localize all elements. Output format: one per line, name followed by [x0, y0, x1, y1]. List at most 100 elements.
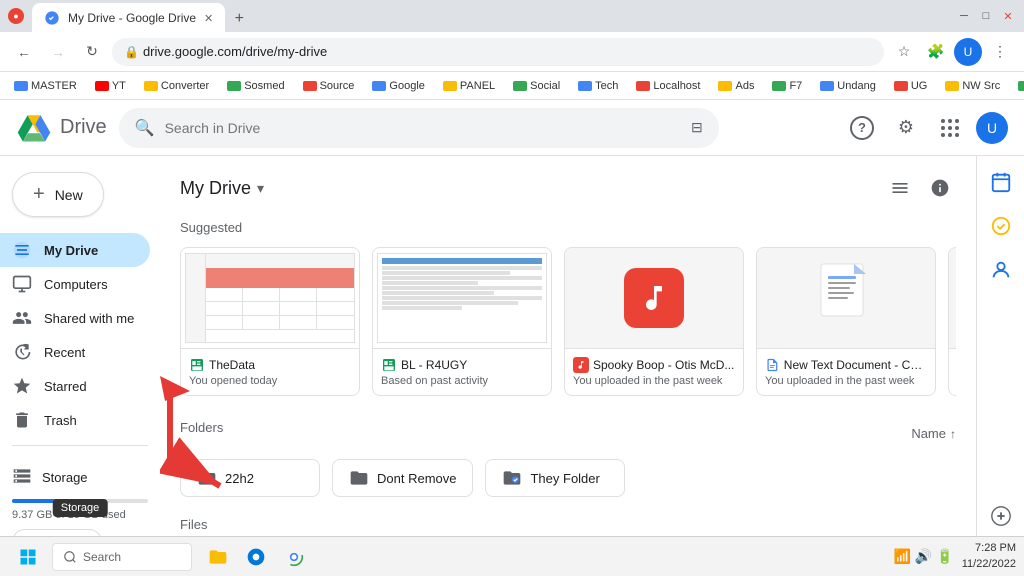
folder-dontremove[interactable]: Dont Remove [332, 459, 473, 497]
bookmark-undang[interactable]: Undang [814, 78, 882, 94]
bookmark-localhost[interactable]: Localhost [630, 78, 706, 94]
bookmark-yt[interactable]: YT [89, 78, 132, 94]
shared-icon [12, 308, 32, 328]
close-btn[interactable]: ✕ [1000, 8, 1016, 24]
sidebar-item-recent[interactable]: Recent [0, 335, 150, 369]
trash-icon [12, 410, 32, 430]
file-card-newdoc1[interactable]: New Text Document - Copy... You uploaded… [756, 247, 936, 396]
folder-22h2[interactable]: 22h2 [180, 459, 320, 497]
file-card-thedata[interactable]: TheData You opened today [180, 247, 360, 396]
wifi-icon[interactable]: 📶 [893, 548, 910, 565]
search-options-icon[interactable]: ⊟ [691, 119, 703, 136]
taskbar-search-bar[interactable]: Search [52, 543, 192, 571]
files-label: Files [180, 517, 956, 532]
bookmark-ug[interactable]: UG [888, 78, 934, 94]
bookmark-land[interactable]: Land [1012, 78, 1024, 94]
file-card-info-newdoc1: New Text Document - Copy... You uploaded… [757, 348, 935, 395]
new-btn[interactable]: + New [12, 172, 104, 217]
calendar-btn[interactable] [983, 164, 1019, 200]
chrome-btn[interactable] [276, 539, 312, 575]
file-card-newdoc2[interactable]: New Text Document - Copy... Based on pas… [948, 247, 956, 396]
main-header: My Drive ▾ [180, 172, 956, 204]
address-bar[interactable]: 🔒 drive.google.com/drive/my-drive [112, 38, 884, 66]
folders-section: Folders Name ↑ 22h2 Dont Remove [180, 420, 956, 497]
taskbar: Search 📶 🔊 🔋 7:28 PM 11/22/2022 [0, 536, 1024, 576]
taskbar-right: 📶 🔊 🔋 7:28 PM 11/22/2022 [893, 541, 1016, 572]
sheets-icon [189, 357, 205, 373]
tasks-btn[interactable] [983, 208, 1019, 244]
volume-icon[interactable]: 🔊 [915, 548, 932, 565]
folder-they[interactable]: They Folder [485, 459, 625, 497]
start-btn[interactable] [8, 539, 48, 575]
edge-btn[interactable] [238, 539, 274, 575]
bookmark-master[interactable]: MASTER [8, 78, 83, 94]
name-sort-btn[interactable]: Name ↑ [911, 426, 956, 441]
settings-btn[interactable]: ⚙ [888, 110, 924, 146]
sidebar-item-trash[interactable]: Trash [0, 403, 150, 437]
file-card-info-bl: BL - R4UGY Based on past activity [373, 348, 551, 395]
maximize-btn[interactable]: □ [978, 8, 994, 24]
folder-name-dontremove: Dont Remove [377, 471, 456, 486]
file-card-info-spooky: Spooky Boop - Otis McD... You uploaded i… [565, 348, 743, 395]
nav-bar: ← → ↻ 🔒 drive.google.com/drive/my-drive … [0, 32, 1024, 72]
minimize-btn[interactable]: ─ [956, 8, 972, 24]
info-btn[interactable] [924, 172, 956, 204]
drive-logo: Drive [16, 110, 107, 146]
help-btn[interactable]: ? [844, 110, 880, 146]
bookmark-nwsrc[interactable]: NW Src [939, 78, 1006, 94]
search-bar[interactable]: 🔍 ⊟ [119, 108, 719, 148]
window-controls: ─ □ ✕ [956, 8, 1016, 24]
add-panel-btn[interactable] [983, 498, 1019, 534]
sidebar-item-computers[interactable]: Computers [0, 267, 150, 301]
new-tab-btn[interactable]: + [225, 5, 253, 33]
bookmark-panel[interactable]: PANEL [437, 78, 501, 94]
tab-favicon [44, 10, 60, 26]
refresh-btn[interactable]: ↻ [78, 38, 106, 66]
apps-btn[interactable] [932, 110, 968, 146]
bookmark-star-icon[interactable]: ☆ [890, 38, 918, 66]
gear-icon: ⚙ [898, 117, 914, 138]
forward-btn[interactable]: → [44, 38, 72, 66]
clock[interactable]: 7:28 PM 11/22/2022 [962, 541, 1016, 572]
bookmark-converter[interactable]: Converter [138, 78, 215, 94]
tab-close-btn[interactable]: ✕ [204, 12, 213, 25]
file-card-spooky[interactable]: Spooky Boop - Otis McD... You uploaded i… [564, 247, 744, 396]
chevron-down-icon[interactable]: ▾ [257, 180, 264, 197]
sidebar-item-my-drive[interactable]: My Drive [0, 233, 150, 267]
list-view-btn[interactable] [884, 172, 916, 204]
file-card-bl[interactable]: BL - R4UGY Based on past activity [372, 247, 552, 396]
more-btn[interactable]: ⋮ [986, 38, 1014, 66]
storage-section: Storage Storage 9.37 GB of 15 GB used Bu… [0, 454, 160, 542]
new-btn-label: New [55, 187, 83, 203]
avatar[interactable]: U [976, 112, 1008, 144]
back-btn[interactable]: ← [10, 38, 38, 66]
search-icon: 🔍 [135, 118, 155, 138]
bookmark-tech[interactable]: Tech [572, 78, 624, 94]
bookmark-source[interactable]: Source [297, 78, 361, 94]
battery-icon[interactable]: 🔋 [936, 548, 953, 565]
bookmark-f7[interactable]: F7 [766, 78, 808, 94]
file-explorer-btn[interactable] [200, 539, 236, 575]
tab-bar: My Drive - Google Drive ✕ + [32, 0, 948, 33]
header-actions: ? ⚙ U [844, 110, 1008, 146]
folder-name-they: They Folder [530, 471, 599, 486]
active-tab[interactable]: My Drive - Google Drive ✕ [32, 3, 225, 33]
sidebar-item-shared[interactable]: Shared with me [0, 301, 150, 335]
storage-item[interactable]: Storage Storage [12, 462, 148, 493]
taskbar-icons [200, 539, 312, 575]
sidebar-item-starred[interactable]: Starred [0, 369, 150, 403]
profile-icon[interactable]: U [954, 38, 982, 66]
bookmark-social[interactable]: Social [507, 78, 566, 94]
suggested-section: Suggested [180, 220, 956, 396]
url-text: drive.google.com/drive/my-drive [143, 44, 327, 59]
contacts-btn[interactable] [983, 252, 1019, 288]
extension-puzzle-icon[interactable]: 🧩 [922, 38, 950, 66]
bookmark-ads[interactable]: Ads [712, 78, 760, 94]
search-input[interactable] [165, 120, 681, 136]
browser-icon: ● [8, 8, 24, 24]
file-card-preview-thedata [181, 248, 359, 348]
bookmark-google[interactable]: Google [366, 78, 430, 94]
file-name-spooky: Spooky Boop - Otis McD... [593, 358, 734, 372]
bookmark-sosmed[interactable]: Sosmed [221, 78, 290, 94]
folders-label: Folders [180, 420, 223, 435]
